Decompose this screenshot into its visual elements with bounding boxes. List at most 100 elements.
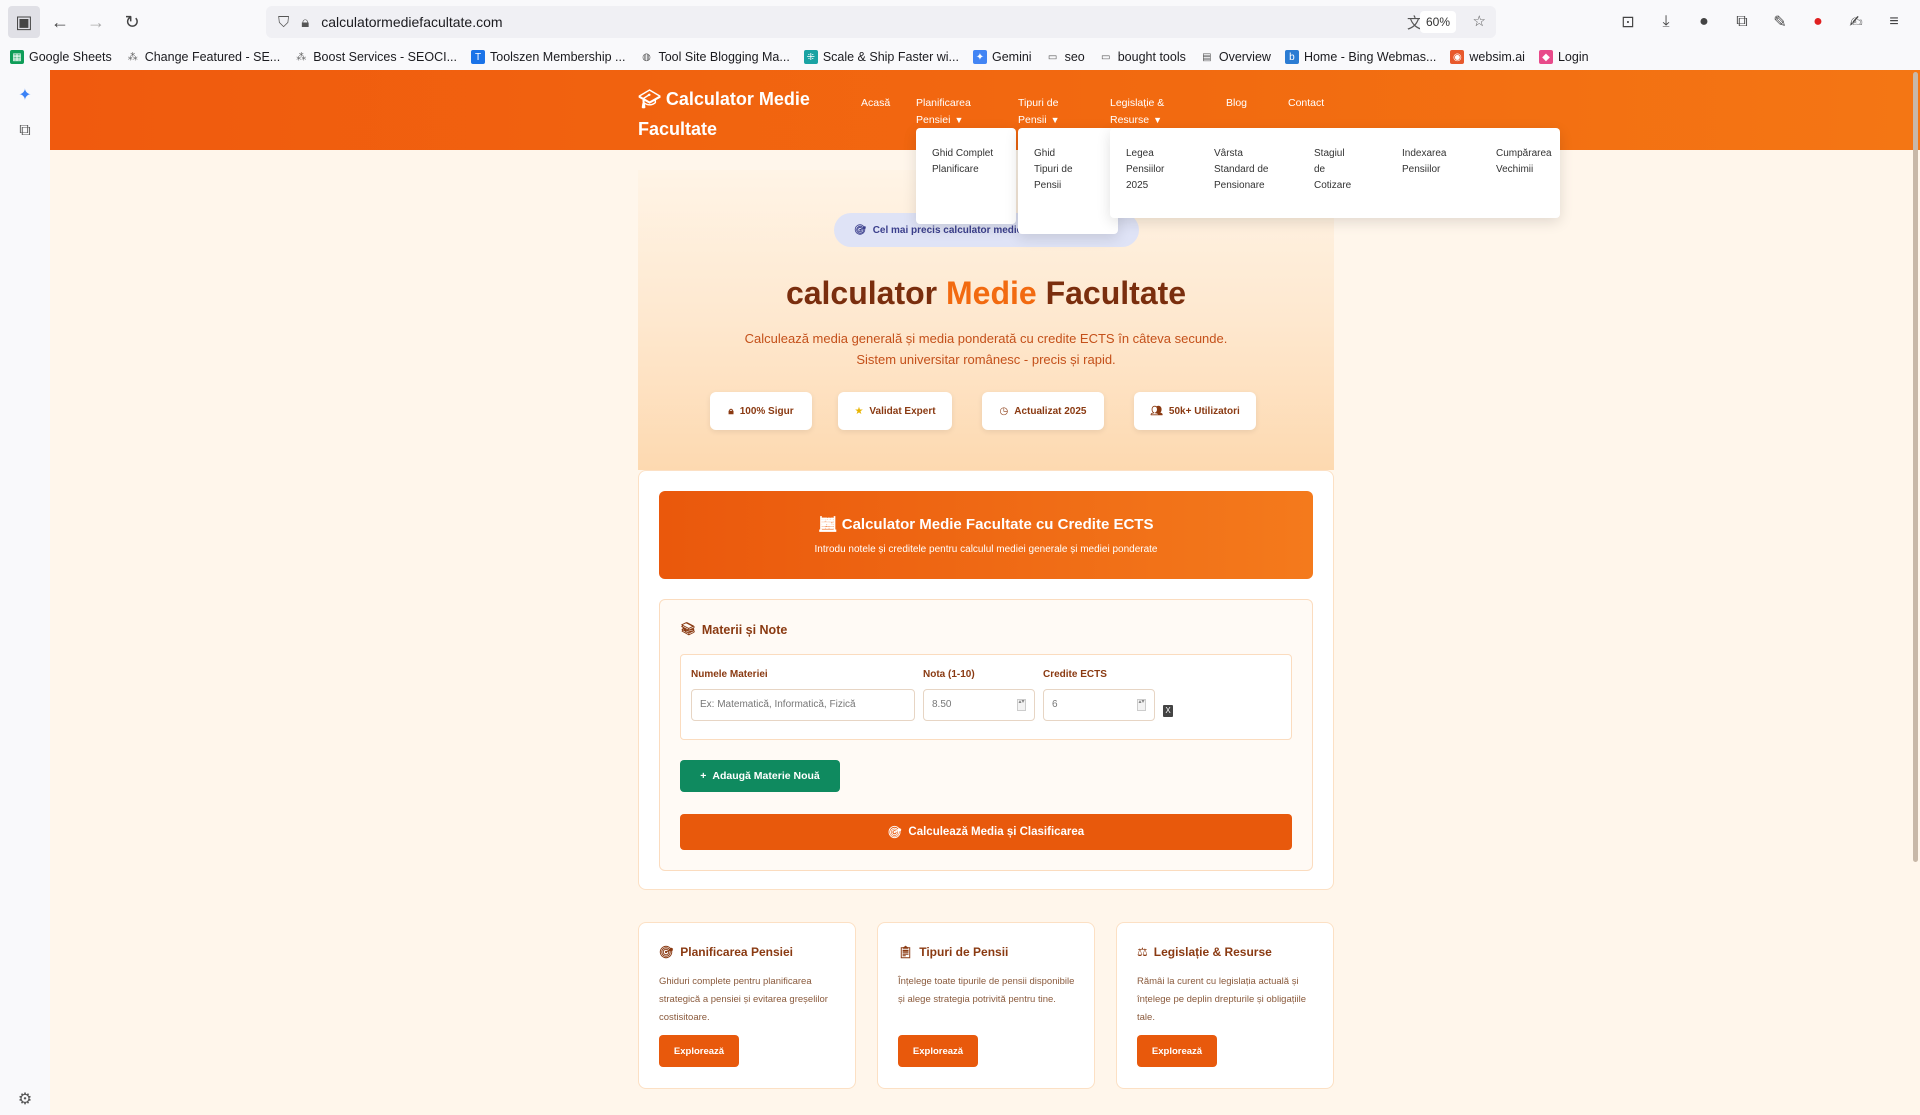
pill-actualizat: ◷ Actualizat 2025: [982, 392, 1104, 430]
ai-assistant-icon[interactable]: ✦: [14, 84, 36, 106]
info-card-planificare: 🎯︎ Planificarea Pensiei Ghiduri complete …: [638, 922, 856, 1089]
bookmark-item[interactable]: T Toolszen Membership ...: [471, 50, 625, 64]
nav-blog[interactable]: Blog: [1226, 95, 1247, 112]
dropdown-item[interactable]: Ghid Tipuri de Pensii: [1034, 146, 1074, 194]
extension-red-icon[interactable]: ●: [1802, 6, 1834, 38]
folder-icon: ▭: [1047, 51, 1058, 63]
zoom-level[interactable]: 60%: [1419, 11, 1456, 33]
site-logo[interactable]: 🎓︎ Calculator Medie Facultate: [638, 84, 838, 144]
login-icon: ◆: [1538, 50, 1553, 64]
bookmark-label: Overview: [1218, 50, 1271, 64]
bookmark-item[interactable]: ⁂ Change Featured - SE...: [126, 50, 281, 64]
bookmark-item[interactable]: ⁜ Scale & Ship Faster wi...: [803, 50, 959, 64]
bookmark-item[interactable]: ◍ Tool Site Blogging Ma...: [639, 50, 790, 64]
sheets-icon: ▦: [10, 50, 24, 64]
dropdown-item[interactable]: Legea Pensiilor 2025: [1126, 146, 1176, 194]
nav-planificare[interactable]: Planificarea Pensiei ▼: [916, 95, 986, 129]
bookmark-item[interactable]: ▭ bought tools: [1099, 50, 1186, 64]
info-card-legislatie: ⚖︎ Legislație & Resurse Rămâi la curent c…: [1116, 922, 1334, 1089]
add-subject-button[interactable]: + Adaugă Materie Nouă: [680, 760, 840, 792]
bookmark-item[interactable]: b Home - Bing Webmas...: [1284, 50, 1437, 64]
network-icon: ⁂: [296, 51, 307, 63]
menu-icon[interactable]: ≡: [1878, 6, 1910, 38]
nav-legislatie[interactable]: Legislație & Resurse ▼: [1110, 95, 1180, 129]
bookmark-item[interactable]: ✦ Gemini: [972, 50, 1032, 64]
network-icon: ⁂: [127, 51, 138, 63]
dropdown-item[interactable]: Indexarea Pensiilor: [1402, 146, 1458, 178]
card-title: 🎯︎ Planificarea Pensiei: [659, 945, 793, 959]
bookmark-star-icon[interactable]: ☆: [1473, 12, 1486, 30]
explore-button[interactable]: Explorează: [659, 1035, 739, 1067]
info-card-tipuri: 📋︎ Tipuri de Pensii Înțelege toate tipuri…: [877, 922, 1095, 1089]
bookmark-label: Boost Services - SEOCI...: [313, 50, 457, 64]
browser-toolbar: ▣ ← → ↻ ⛉ 🔒︎ calculatormediefacultate.co…: [0, 0, 1920, 44]
pocket-icon[interactable]: ⊡: [1612, 6, 1644, 38]
scale-icon: ⁜: [803, 50, 818, 64]
plus-icon: +: [700, 770, 707, 782]
dropdown-planificare: Ghid Complet Planificare: [916, 128, 1016, 224]
nav-tipuri[interactable]: Tipuri de Pensii ▼: [1018, 95, 1078, 129]
url-bar[interactable]: ⛉ 🔒︎ calculatormediefacultate.com 文 60% …: [266, 6, 1496, 38]
subject-name-label: Numele Materiei: [691, 669, 768, 680]
bookmark-item[interactable]: ▭ seo: [1046, 50, 1085, 64]
remove-subject-button[interactable]: X: [1163, 705, 1173, 717]
toolszen-icon: T: [471, 50, 485, 64]
card-title: ⚖︎ Legislație & Resurse: [1137, 945, 1272, 959]
shield-icon[interactable]: ⛉: [278, 14, 289, 31]
globe-icon: ◍: [642, 51, 651, 63]
books-icon: 📚︎: [680, 622, 696, 636]
bookmark-item[interactable]: ⁂ Boost Services - SEOCI...: [294, 50, 457, 64]
credits-input[interactable]: 6 ▴▾: [1043, 689, 1155, 721]
extension-feather-icon[interactable]: ✎: [1764, 6, 1796, 38]
page-scrollbar[interactable]: [1913, 72, 1918, 862]
forward-icon[interactable]: →: [80, 6, 112, 38]
extensions-icon[interactable]: ⧉: [1726, 6, 1758, 38]
sidebar-toggle-icon[interactable]: ▣: [8, 6, 40, 38]
bookmarks-bar: ▦ Google Sheets ⁂ Change Featured - SE... ⁂ B…: [0, 44, 1920, 70]
bookmark-item[interactable]: ▤ Overview: [1200, 50, 1271, 64]
synced-tabs-icon[interactable]: ⧉: [14, 120, 36, 142]
back-icon[interactable]: ←: [44, 6, 76, 38]
dropdown-item[interactable]: Cumpărarea Vechimii: [1496, 146, 1556, 178]
bookmark-item[interactable]: ▦ Google Sheets: [10, 50, 112, 64]
clock-icon: ◷: [999, 405, 1009, 417]
download-icon[interactable]: ⤓: [1650, 6, 1682, 38]
pill-utilizatori: 👥︎ 50k+ Utilizatori: [1134, 392, 1256, 430]
chevron-down-icon: ▼: [1050, 115, 1060, 125]
dropdown-item[interactable]: Vârsta Standard de Pensionare: [1214, 146, 1270, 194]
reload-icon[interactable]: ↻: [116, 6, 148, 38]
settings-gear-icon[interactable]: ⚙: [14, 1088, 36, 1110]
bookmark-label: Scale & Ship Faster wi...: [822, 50, 959, 64]
spinner-icon[interactable]: ▴▾: [1137, 699, 1146, 711]
bookmark-label: Google Sheets: [29, 50, 112, 64]
explore-button[interactable]: Explorează: [1137, 1035, 1217, 1067]
page-title: calculator Medie Facultate: [785, 275, 1187, 311]
calculator-header: 🧮︎ Calculator Medie Facultate cu Credite…: [659, 491, 1313, 579]
notes-icon[interactable]: ✍: [1840, 6, 1872, 38]
clipboard-icon: 📋︎: [898, 945, 914, 959]
spinner-icon[interactable]: ▴▾: [1017, 699, 1026, 711]
card-text: Înțelege toate tipurile de pensii dispon…: [898, 976, 1075, 1005]
calculator-card: 🧮︎ Calculator Medie Facultate cu Credite…: [638, 470, 1334, 890]
nav-home[interactable]: Acasă: [861, 95, 890, 112]
graduation-cap-icon: 🎓︎: [638, 89, 666, 109]
subject-name-input[interactable]: Ex: Matematică, Informatică, Fizică: [691, 689, 915, 721]
bookmark-label: Home - Bing Webmas...: [1303, 50, 1437, 64]
nav-contact[interactable]: Contact: [1288, 95, 1324, 112]
account-icon[interactable]: ●: [1688, 6, 1720, 38]
dropdown-item[interactable]: Stagiul de Cotizare: [1314, 146, 1358, 194]
bookmark-item[interactable]: ◆ Login: [1538, 50, 1589, 64]
grade-input[interactable]: 8.50 ▴▾: [923, 689, 1035, 721]
dropdown-item[interactable]: Ghid Complet Planificare: [932, 146, 996, 178]
calculate-button[interactable]: 🎯︎ Calculează Media și Clasificarea: [680, 814, 1292, 850]
subject-row: Numele Materiei Ex: Matematică, Informat…: [680, 654, 1292, 740]
url-text[interactable]: calculatormediefacultate.com: [321, 14, 502, 30]
hero-subtitle: Calculează media generală și media ponde…: [744, 331, 1228, 367]
lock-icon[interactable]: 🔒︎: [301, 14, 309, 31]
bookmark-item[interactable]: ◉ websim.ai: [1450, 50, 1525, 64]
folder-icon: ▭: [1101, 51, 1111, 63]
chevron-down-icon: ▼: [1153, 115, 1163, 125]
bookmark-label: seo: [1064, 50, 1085, 64]
explore-button[interactable]: Explorează: [898, 1035, 978, 1067]
card-text: Ghiduri complete pentru planificarea str…: [659, 976, 828, 1023]
